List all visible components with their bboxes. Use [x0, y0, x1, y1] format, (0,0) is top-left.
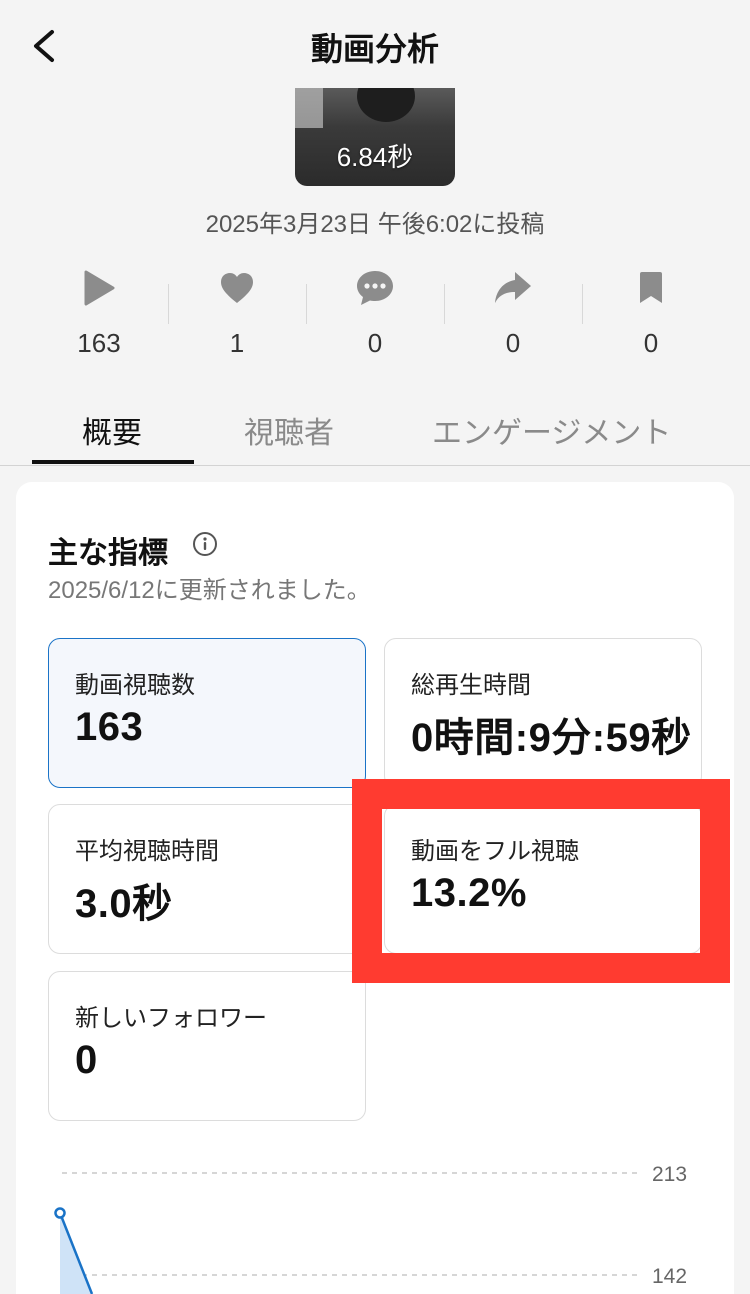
tab-bar: 概要 視聴者 エンゲージメント — [0, 388, 750, 466]
metric-video-views[interactable]: 動画視聴数 163 — [48, 638, 366, 788]
posted-date: 2025年3月23日 午後6:02に投稿 — [205, 211, 545, 238]
video-duration: 6.84秒 — [336, 142, 414, 172]
y-tick-label: 213 — [652, 1163, 687, 1186]
metric-total-play-time[interactable]: 総再生時間 0時間:9分:59秒 — [384, 638, 702, 788]
data-point — [54, 1207, 66, 1219]
stat-value: 1 — [229, 328, 245, 358]
stat-shares: 0 — [444, 268, 582, 368]
metric-value: 3.0秒 — [75, 882, 173, 926]
metric-label: 平均視聴時間 — [75, 838, 219, 865]
header: 動画分析 — [0, 0, 750, 90]
y-tick-label: 142 — [652, 1265, 687, 1288]
tab-overview[interactable]: 概要 — [82, 408, 142, 452]
metric-value: 0時間:9分:59秒 — [411, 716, 692, 760]
updated-date: 2025/6/12に更新されました。 — [48, 577, 371, 604]
views-chart: 213 142 — [54, 1163, 687, 1294]
metric-value: 0 — [75, 1038, 98, 1082]
metric-label: 総再生時間 — [411, 672, 531, 699]
page-title: 動画分析 — [310, 31, 439, 67]
stat-likes: 1 — [168, 268, 306, 368]
section-title: 主な指標 — [48, 537, 168, 570]
stat-value: 0 — [367, 328, 383, 358]
heart-icon — [217, 268, 257, 308]
metric-label: 動画をフル視聴 — [411, 838, 579, 865]
metric-avg-watch-time[interactable]: 平均視聴時間 3.0秒 — [48, 804, 366, 954]
metric-label: 新しいフォロワー — [75, 1005, 267, 1032]
metric-new-followers[interactable]: 新しいフォロワー 0 — [48, 971, 366, 1121]
share-icon — [493, 268, 533, 308]
bookmark-icon — [631, 268, 671, 308]
active-tab-indicator — [32, 460, 194, 464]
stat-value: 163 — [77, 328, 121, 358]
metric-full-watch[interactable]: 動画をフル視聴 13.2% — [384, 804, 702, 954]
info-icon[interactable] — [192, 531, 218, 557]
metric-value: 13.2% — [411, 871, 527, 915]
video-analytics-screen: 動画分析 6.84秒 2025年3月23日 午後6:02に投稿 163 1 0 — [0, 0, 750, 1294]
stats-row: 163 1 0 0 0 — [30, 268, 720, 368]
stat-views: 163 — [30, 268, 168, 368]
play-icon — [79, 268, 119, 308]
tab-engagement[interactable]: エンゲージメント — [432, 408, 671, 452]
stat-comments: 0 — [306, 268, 444, 368]
comment-icon — [355, 268, 395, 308]
tab-audience[interactable]: 視聴者 — [244, 408, 334, 452]
metric-value: 163 — [75, 705, 144, 749]
stat-value: 0 — [643, 328, 659, 358]
metric-label: 動画視聴数 — [75, 672, 195, 699]
stat-saves: 0 — [582, 268, 720, 368]
video-thumbnail[interactable]: 6.84秒 — [295, 88, 455, 186]
stat-value: 0 — [505, 328, 521, 358]
